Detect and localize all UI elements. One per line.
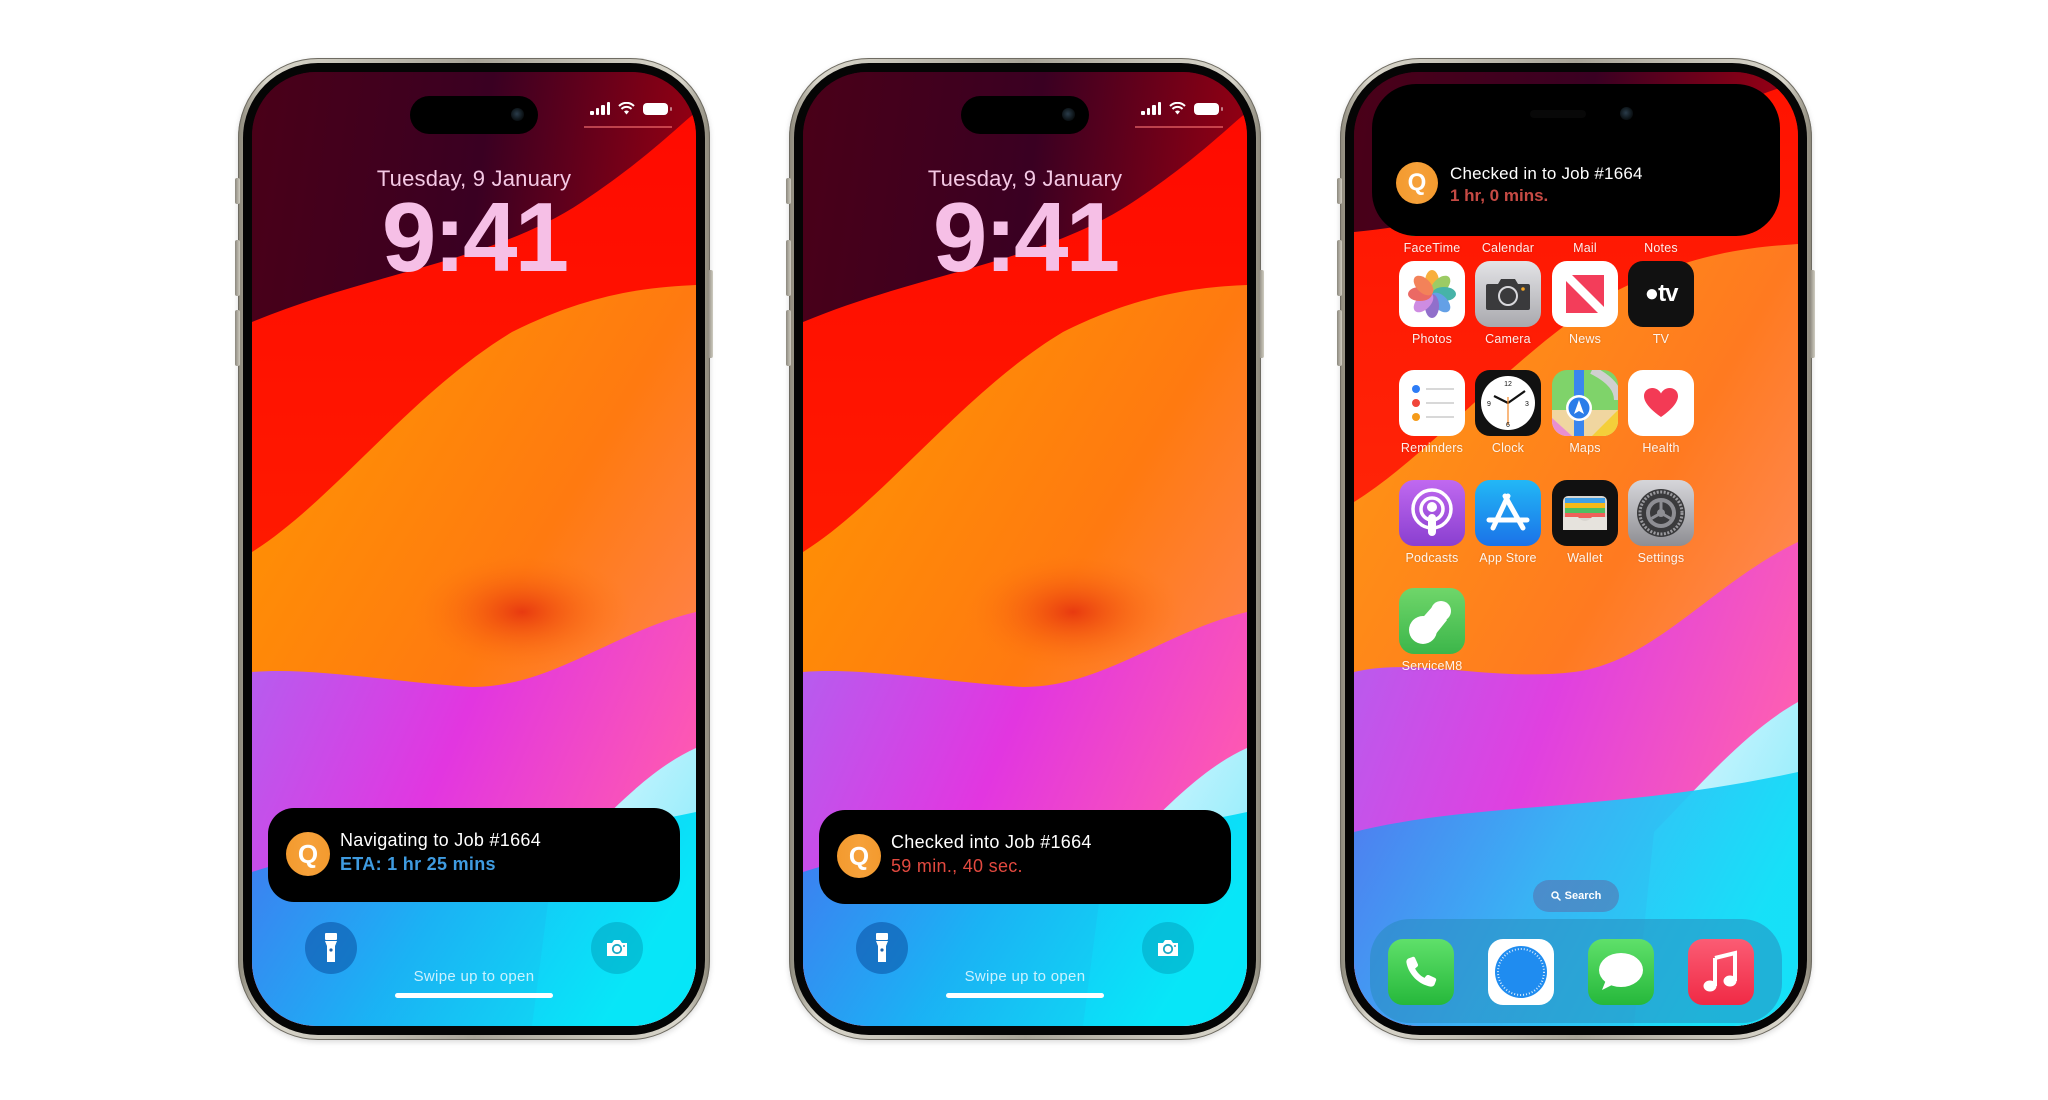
svg-text:12: 12 bbox=[1504, 381, 1512, 388]
lock-screen[interactable]: Tuesday, 9 January 9:41 Q Checked into J… bbox=[803, 72, 1247, 1026]
notification-timer: 59 min., 40 sec. bbox=[891, 856, 1023, 876]
dock-safari[interactable] bbox=[1488, 939, 1554, 1005]
servicem8-icon bbox=[1399, 588, 1465, 654]
phone-lock-screen-navigating: Tuesday, 9 January 9:41 Q Navigating to … bbox=[235, 58, 713, 1040]
live-activity-duration: 1 hr, 0 mins. bbox=[1450, 186, 1549, 205]
volume-down-button bbox=[235, 310, 240, 366]
phone-home-screen: Q Checked in to Job #1664 1 hr, 0 mins. … bbox=[1337, 58, 1815, 1040]
phone-icon bbox=[1406, 956, 1437, 987]
volume-down-button bbox=[786, 310, 791, 366]
flashlight-button[interactable] bbox=[856, 922, 908, 974]
wifi-icon bbox=[1169, 102, 1186, 115]
app-label: TV bbox=[1652, 332, 1670, 346]
battery-icon bbox=[643, 102, 672, 115]
battery-icon bbox=[1194, 102, 1223, 115]
notification-title: Checked into Job #1664 bbox=[891, 832, 1092, 852]
app-label: Health bbox=[1642, 441, 1680, 455]
flashlight-button[interactable] bbox=[305, 922, 357, 974]
app-label: Notes bbox=[1644, 241, 1678, 255]
home-indicator[interactable] bbox=[946, 993, 1104, 998]
wallet-icon bbox=[1552, 480, 1618, 546]
side-button bbox=[708, 270, 713, 358]
home-screen: Q Checked in to Job #1664 1 hr, 0 mins. … bbox=[1354, 72, 1798, 1026]
swipe-up-hint: Swipe up to open bbox=[413, 968, 535, 985]
photos-icon bbox=[1399, 261, 1465, 327]
health-icon bbox=[1628, 370, 1694, 436]
volume-up-button bbox=[786, 240, 791, 296]
safari-icon bbox=[1495, 946, 1547, 998]
front-camera bbox=[1062, 108, 1075, 121]
side-button bbox=[1259, 270, 1264, 358]
home-indicator[interactable] bbox=[395, 993, 553, 998]
app-settings[interactable]: Settings bbox=[1616, 480, 1706, 565]
front-camera bbox=[511, 108, 524, 121]
dock-phone[interactable] bbox=[1388, 939, 1454, 1005]
svg-text:9: 9 bbox=[1487, 401, 1491, 408]
camera-icon bbox=[607, 940, 627, 956]
lock-screen[interactable]: Tuesday, 9 January 9:41 Q Navigating to … bbox=[252, 72, 696, 1026]
tv-icon: ●tv bbox=[1628, 261, 1694, 327]
status-bar bbox=[584, 102, 672, 128]
dynamic-island-live-activity[interactable]: Q Checked in to Job #1664 1 hr, 0 mins. bbox=[1372, 84, 1780, 236]
podcasts-icon bbox=[1399, 480, 1465, 546]
lock-time: 9:41 bbox=[932, 182, 1120, 292]
status-underline bbox=[1135, 126, 1223, 128]
svg-text:6: 6 bbox=[1506, 422, 1510, 429]
search-label: Search bbox=[1564, 890, 1602, 902]
clock-icon: 12 3 6 9 bbox=[1475, 370, 1541, 436]
servicem8-q-app-icon: Q bbox=[286, 832, 330, 876]
status-bar bbox=[1135, 102, 1223, 128]
wifi-icon bbox=[618, 102, 635, 115]
svg-text:3: 3 bbox=[1525, 401, 1529, 408]
dock bbox=[1370, 919, 1782, 1023]
live-activity-notification[interactable]: Q Checked into Job #1664 59 min., 40 sec… bbox=[819, 810, 1231, 904]
notification-eta: ETA: 1 hr 25 mins bbox=[340, 854, 496, 874]
lock-time: 9:41 bbox=[381, 182, 569, 292]
servicem8-q-app-icon: Q bbox=[837, 834, 881, 878]
settings-icon bbox=[1628, 480, 1694, 546]
side-button bbox=[1810, 270, 1815, 358]
volume-up-button bbox=[1337, 240, 1342, 296]
flashlight-icon bbox=[325, 933, 337, 962]
dynamic-island bbox=[961, 96, 1089, 134]
reminders-icon bbox=[1399, 370, 1465, 436]
tv-glyph: tv bbox=[1658, 280, 1678, 307]
notification-title: Navigating to Job #1664 bbox=[340, 830, 542, 850]
spotlight-search-button[interactable]: Search bbox=[1533, 880, 1619, 912]
cellular-signal-icon bbox=[590, 102, 610, 115]
camera-icon bbox=[1158, 940, 1178, 956]
search-icon bbox=[1550, 891, 1561, 901]
action-button bbox=[1337, 178, 1342, 204]
app-servicem8[interactable]: ServiceM8 bbox=[1387, 588, 1477, 673]
action-button bbox=[786, 178, 791, 204]
dock-messages[interactable] bbox=[1588, 939, 1654, 1005]
app-health[interactable]: Health bbox=[1616, 370, 1706, 455]
dock-music[interactable] bbox=[1688, 939, 1754, 1005]
volume-up-button bbox=[235, 240, 240, 296]
phone-lock-screen-checked-in: Tuesday, 9 January 9:41 Q Checked into J… bbox=[786, 58, 1264, 1040]
app-store-icon bbox=[1475, 480, 1541, 546]
camera-button[interactable] bbox=[591, 922, 643, 974]
front-camera bbox=[1620, 107, 1633, 120]
dynamic-island bbox=[410, 96, 538, 134]
maps-icon bbox=[1552, 370, 1618, 436]
cellular-signal-icon bbox=[1141, 102, 1161, 115]
app-label: ServiceM8 bbox=[1401, 659, 1463, 673]
messages-icon bbox=[1599, 953, 1643, 990]
music-icon bbox=[1703, 950, 1737, 992]
servicem8-q-app-icon: Q bbox=[1396, 162, 1438, 204]
volume-down-button bbox=[1337, 310, 1342, 366]
app-label: Settings bbox=[1637, 551, 1685, 565]
status-underline bbox=[584, 126, 672, 128]
swipe-up-hint: Swipe up to open bbox=[964, 968, 1086, 985]
camera-button[interactable] bbox=[1142, 922, 1194, 974]
live-activity-title: Checked in to Job #1664 bbox=[1450, 164, 1643, 183]
news-icon bbox=[1552, 261, 1618, 327]
earpiece bbox=[1530, 110, 1586, 118]
action-button bbox=[235, 178, 240, 204]
live-activity-notification[interactable]: Q Navigating to Job #1664 ETA: 1 hr 25 m… bbox=[268, 808, 680, 902]
app-tv[interactable]: ●tv TV bbox=[1616, 261, 1706, 346]
flashlight-icon bbox=[876, 933, 888, 962]
camera-app-icon bbox=[1475, 261, 1541, 327]
